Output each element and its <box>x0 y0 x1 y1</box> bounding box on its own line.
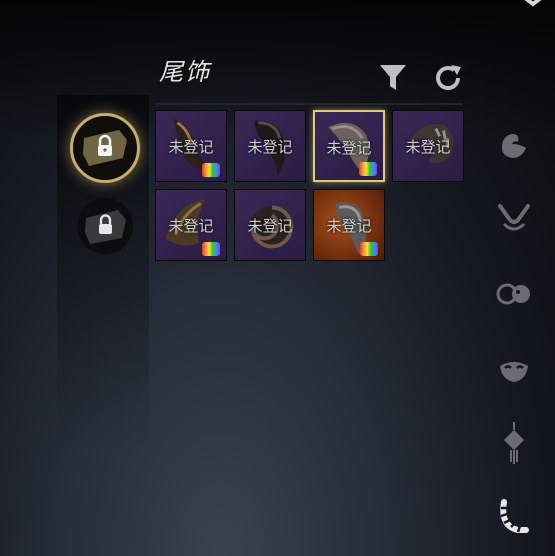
item-slot[interactable]: 未登记 <box>155 189 227 261</box>
item-slot-selected[interactable]: 未登记 <box>313 110 385 182</box>
mask-icon[interactable] <box>496 352 532 388</box>
rabbit-ears-icon[interactable] <box>496 200 532 236</box>
item-grid: 未登记 未登记 未登记 未登记 未登记 未登记 未登记 <box>155 110 467 264</box>
close-icon[interactable] <box>516 0 550 14</box>
lock-icon <box>83 130 127 166</box>
lock-icon <box>85 210 126 244</box>
title-divider <box>155 103 463 105</box>
status-label: 未登记 <box>326 217 372 235</box>
status-label: 未登记 <box>247 138 293 156</box>
status-label: 未登记 <box>168 138 214 156</box>
refresh-icon[interactable] <box>432 62 464 94</box>
twin-masks-icon[interactable] <box>496 276 532 312</box>
rainbow-badge <box>359 162 377 176</box>
page-title: 尾饰 <box>159 58 211 86</box>
rainbow-badge <box>360 242 378 256</box>
lock-tab-locked-set[interactable] <box>77 198 133 254</box>
filter-icon[interactable] <box>378 62 408 92</box>
rainbow-badge <box>202 242 220 256</box>
status-label: 未登记 <box>405 138 451 156</box>
pendant-icon[interactable] <box>496 422 532 466</box>
item-slot[interactable]: 未登记 <box>234 110 306 182</box>
item-slot[interactable]: 未登记 <box>392 110 464 182</box>
status-label: 未登记 <box>247 217 293 235</box>
tail-icon[interactable] <box>496 496 532 536</box>
lock-tab-unlocked-set[interactable] <box>70 113 140 183</box>
rainbow-badge <box>202 163 220 177</box>
status-label: 未登记 <box>168 217 214 235</box>
item-slot[interactable]: 未登记 <box>313 189 385 261</box>
item-slot[interactable]: 未登记 <box>155 110 227 182</box>
item-slot[interactable]: 未登记 <box>234 189 306 261</box>
status-label: 未登记 <box>326 139 372 157</box>
swan-icon[interactable] <box>496 126 532 162</box>
